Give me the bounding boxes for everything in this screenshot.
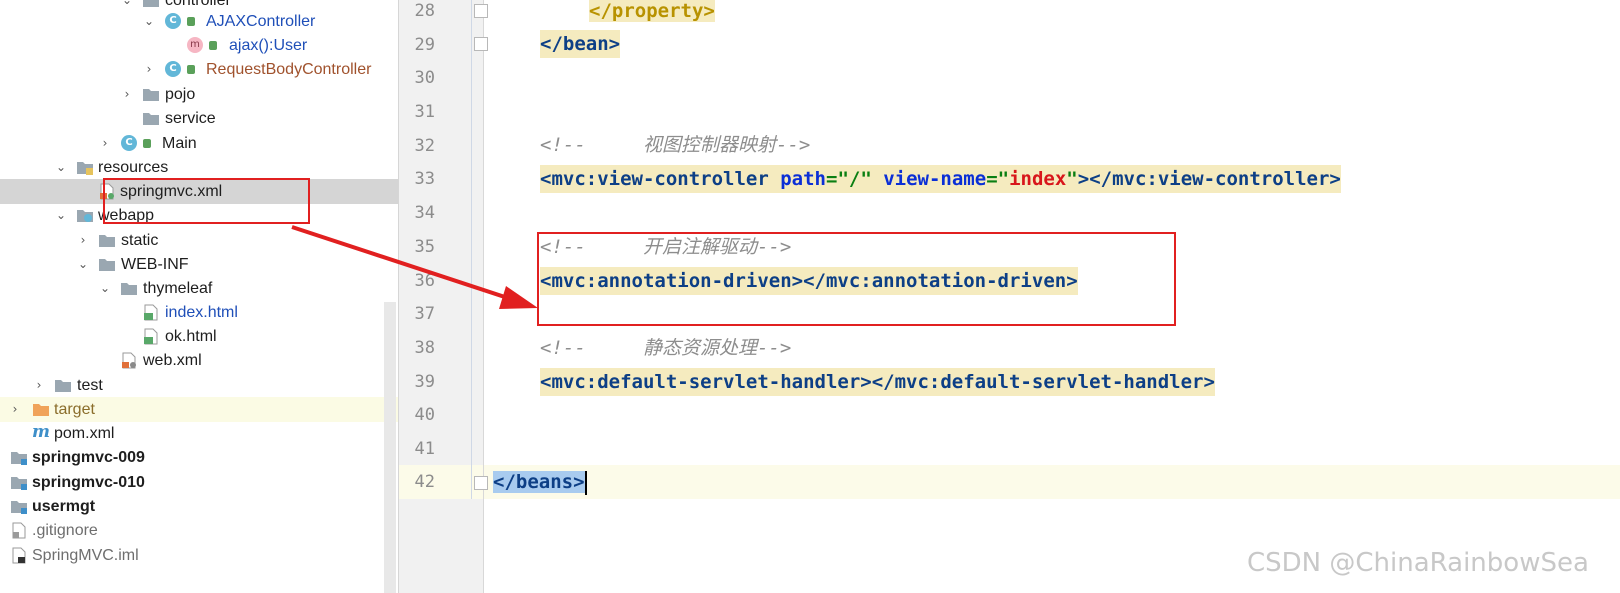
arrow-shaft — [291, 225, 515, 302]
watermark: CSDN @ChinaRainbowSea — [1247, 548, 1589, 578]
arrow-head — [499, 286, 538, 309]
annotation-arrow-icon — [291, 225, 538, 309]
